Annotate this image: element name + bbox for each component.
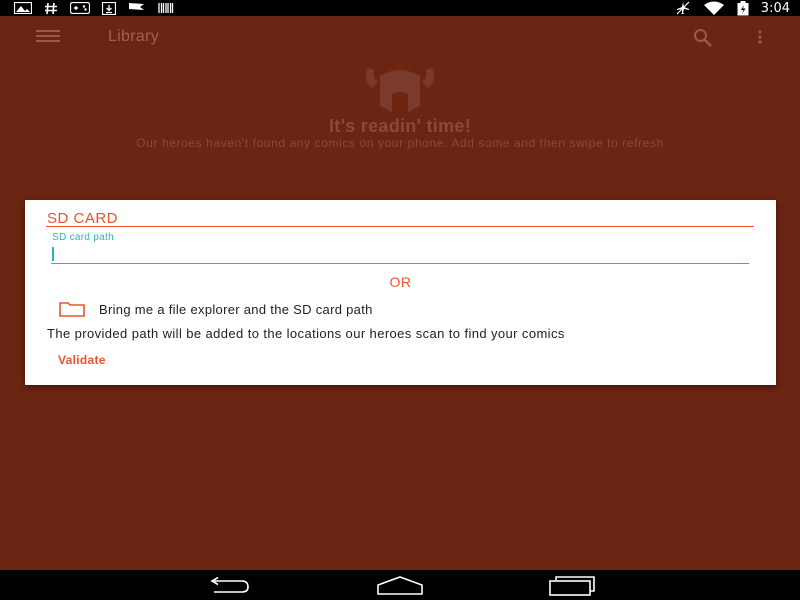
barcode-icon: [158, 1, 174, 15]
toolbar-title: Library: [108, 28, 160, 45]
validate-button[interactable]: Validate: [58, 353, 106, 367]
gamepad-icon: [70, 1, 90, 15]
wifi-icon: [703, 1, 725, 15]
status-time: 3:04: [760, 0, 790, 16]
hero-helmet-logo: [362, 66, 438, 114]
toolbar: Library: [0, 16, 800, 56]
sd-card-path-input[interactable]: [51, 244, 749, 264]
sd-card-dialog: SD CARD SD card path OR Bring me a file …: [25, 200, 776, 385]
file-explorer-option[interactable]: Bring me a file explorer and the SD card…: [59, 300, 373, 318]
dialog-title-divider: [46, 226, 754, 227]
home-icon[interactable]: [376, 576, 424, 596]
more-options-icon[interactable]: [752, 28, 768, 46]
back-icon[interactable]: [206, 576, 252, 595]
sd-card-path-label: SD card path: [52, 232, 114, 243]
status-bar: 3:04: [0, 0, 800, 16]
battery-icon: [737, 0, 749, 15]
text-caret: [52, 247, 54, 261]
or-separator: OR: [389, 274, 412, 290]
status-bar-system: 3:04: [675, 0, 800, 16]
gallery-icon: [14, 1, 32, 15]
navigation-bar: [0, 570, 800, 600]
airplane-icon: [675, 1, 691, 15]
folder-icon: [59, 301, 85, 317]
dialog-info-text: The provided path will be added to the l…: [47, 326, 565, 341]
search-icon[interactable]: [692, 27, 714, 49]
empty-state-title: It's readin' time!: [329, 116, 471, 136]
status-bar-notifications: [0, 0, 174, 16]
empty-state-subtitle: Our heroes haven't found any comics on y…: [136, 136, 664, 150]
menu-icon[interactable]: [36, 30, 60, 44]
hashtag-icon: [44, 1, 58, 15]
flag-icon: [128, 1, 146, 15]
file-explorer-label: Bring me a file explorer and the SD card…: [99, 301, 373, 317]
recents-icon[interactable]: [548, 576, 596, 596]
download-icon: [102, 1, 116, 15]
dialog-title: SD CARD: [47, 210, 119, 227]
